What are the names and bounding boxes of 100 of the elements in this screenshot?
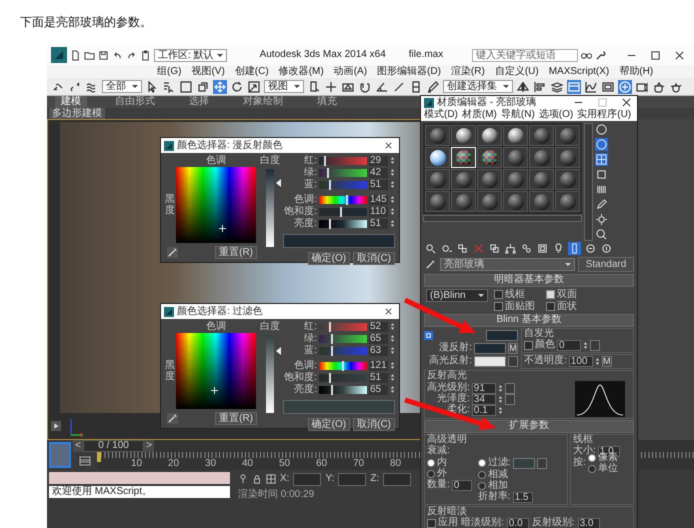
ribbon-tab[interactable]: 选择 [183, 96, 215, 108]
next-frame-button[interactable]: > [144, 440, 154, 452]
radio-option[interactable]: 内 [427, 457, 472, 468]
number-field[interactable]: 0.1 [472, 404, 496, 416]
menu-item[interactable]: 帮助(H) [619, 65, 654, 78]
slider-pointer-icon[interactable] [276, 179, 280, 188]
slider-pointer-icon[interactable] [276, 347, 280, 356]
current-frame-marker[interactable] [97, 452, 101, 462]
channel-value-field[interactable]: 65 [369, 384, 388, 394]
menu-item[interactable]: 视图(V) [191, 65, 225, 78]
ribbon-tab[interactable]: 建模 [55, 96, 87, 108]
script-input-field[interactable] [49, 472, 230, 484]
number-field[interactable]: 91 [472, 382, 496, 394]
reset-button[interactable]: 重置(R) [215, 246, 257, 259]
new-file-icon[interactable] [70, 50, 81, 60]
scale-icon[interactable] [247, 80, 261, 94]
slider-thumb[interactable] [342, 360, 344, 370]
color-bars-icon[interactable] [595, 183, 608, 196]
menu-item[interactable]: 渲染(R) [450, 65, 485, 78]
spinner-icon[interactable] [390, 334, 395, 343]
horizontal-scrollbar[interactable] [423, 215, 582, 222]
pencil-icon[interactable] [595, 198, 608, 211]
menu-item[interactable]: MAXScript(X) [548, 65, 610, 78]
spinner-icon[interactable] [390, 219, 395, 228]
channel-value-field[interactable]: 121 [369, 360, 388, 370]
map-button[interactable] [508, 356, 518, 366]
spinner-icon[interactable] [583, 340, 588, 350]
slider-thumb[interactable] [328, 322, 331, 332]
channel-slider[interactable] [319, 208, 367, 216]
rectangle-select-icon[interactable] [179, 80, 193, 94]
cancel-button[interactable]: 取消(C) [353, 418, 395, 431]
menu-item[interactable]: 模式(D) [424, 109, 458, 121]
lock-toggle-icon[interactable] [424, 330, 433, 340]
shader-dropdown[interactable]: (B)Blinn [426, 289, 488, 302]
spinner-icon[interactable] [390, 156, 395, 165]
ambient-color-swatch[interactable] [486, 330, 518, 340]
material-slot[interactable] [477, 125, 502, 146]
channel-value-field[interactable]: 42 [369, 168, 388, 178]
ribbon-tab[interactable]: 填充 [311, 96, 343, 108]
redo-icon[interactable] [126, 50, 137, 60]
tree-icon[interactable] [504, 242, 517, 255]
map-button[interactable] [504, 394, 515, 404]
material-name-field[interactable]: 亮部玻璃 [440, 258, 575, 271]
coordinate-dropdown[interactable]: 视图 [264, 80, 304, 93]
number-field[interactable]: 0 [557, 340, 581, 350]
channel-value-field[interactable]: 110 [369, 206, 388, 216]
filter-color-swatch[interactable] [512, 458, 535, 468]
channel-slider[interactable] [319, 156, 367, 164]
crosshair-icon[interactable] [324, 80, 338, 94]
channel-value-field[interactable]: 145 [369, 194, 388, 204]
layers-icon[interactable] [550, 80, 564, 94]
rollout-header[interactable]: 扩展参数 [424, 420, 634, 433]
spinner-icon[interactable] [390, 322, 395, 331]
curve-editor-icon[interactable] [584, 80, 598, 94]
wrench-icon[interactable] [595, 50, 606, 60]
pencil-icon[interactable] [426, 80, 440, 94]
radio-option[interactable]: 过滤: [478, 458, 511, 468]
menu-item[interactable]: 图形编辑器(D) [377, 65, 441, 78]
specular-color-swatch[interactable] [474, 356, 506, 366]
channel-slider[interactable] [319, 374, 367, 382]
number-field[interactable]: 0.0 [506, 518, 529, 528]
ribbon-tab[interactable]: 自由形式 [109, 96, 161, 108]
maximize-icon[interactable] [650, 50, 661, 60]
menu-item[interactable]: 自定义(U) [494, 65, 539, 78]
channel-slider[interactable] [319, 362, 367, 370]
schematic-icon[interactable] [601, 80, 615, 94]
whiteness-slider[interactable] [266, 169, 282, 247]
spinner-icon[interactable] [390, 346, 395, 355]
map-button[interactable] [536, 458, 547, 468]
filmstrip-icon[interactable] [79, 455, 91, 467]
close-icon[interactable] [383, 306, 394, 317]
checkbox-option[interactable]: 应用 [427, 518, 458, 528]
script-output[interactable]: 欢迎使用 MAXScript。 [49, 486, 230, 498]
z-field[interactable] [383, 472, 412, 486]
material-type-button[interactable]: Standard [578, 257, 634, 272]
close-icon[interactable] [674, 50, 685, 60]
slider-thumb[interactable] [328, 372, 331, 382]
map-button[interactable] [590, 340, 600, 350]
material-slot[interactable] [451, 125, 476, 146]
slider-thumb[interactable] [346, 194, 348, 204]
list-cursor-icon[interactable] [162, 80, 176, 94]
hue-blackness-picker[interactable] [176, 167, 256, 243]
checkbox-option[interactable]: 面贴图 [494, 301, 546, 312]
checkbox-option[interactable]: 双面 [546, 289, 598, 300]
number-field[interactable]: 0 [452, 480, 472, 490]
number-field[interactable]: 34 [472, 394, 496, 404]
channel-slider[interactable] [319, 322, 367, 330]
y-field[interactable] [338, 472, 366, 486]
selection-filter-dropdown[interactable]: 全部 [102, 80, 142, 93]
map-button[interactable]: M [602, 356, 612, 366]
menu-item[interactable]: 实用程序(U) [577, 109, 632, 121]
eyedropper-icon[interactable] [167, 413, 178, 424]
previous-frame-button[interactable]: < [73, 440, 83, 452]
channel-slider[interactable] [319, 168, 367, 176]
menu-item[interactable]: 修改器(M) [278, 65, 324, 78]
lock-icon[interactable] [252, 474, 262, 484]
number-field[interactable]: 100 [568, 356, 593, 366]
radio-option[interactable]: 外 [427, 468, 472, 479]
channel-slider[interactable] [319, 346, 367, 354]
material-slot[interactable] [503, 125, 528, 146]
